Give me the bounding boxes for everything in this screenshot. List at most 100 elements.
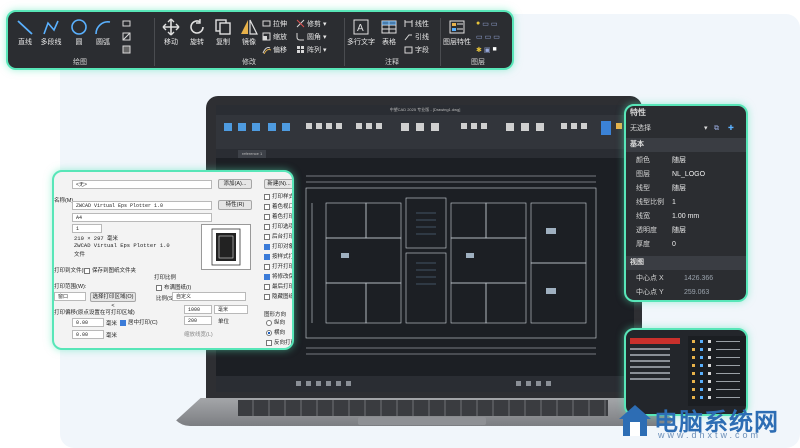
save-to-folder-row[interactable]: 保存到图纸文件夹	[84, 266, 136, 274]
center-print-row[interactable]: 居中打印(C)	[120, 318, 158, 326]
view-property-row[interactable]: 中心点 X 1426.366	[626, 272, 746, 286]
scale-unit-select[interactable]: 毫米	[214, 305, 248, 314]
orientation-radio[interactable]	[266, 329, 272, 336]
property-row[interactable]: 线型比例 1	[626, 196, 746, 210]
layer-state-icons[interactable]: ▭ ▭ ▭	[476, 31, 500, 42]
scale-tool[interactable]: 缩放	[262, 31, 287, 42]
property-row[interactable]: 厚度 0	[626, 238, 746, 252]
print-option-5[interactable]: 打印对象线宽	[264, 242, 292, 250]
paper-size-select[interactable]: A4	[72, 213, 212, 222]
selection-dropdown[interactable]: 无选择	[630, 122, 651, 136]
view-property-row[interactable]: 中心点 Y 259.063	[626, 286, 746, 300]
print-option-checkbox[interactable]	[264, 213, 270, 220]
tab-reference[interactable]: reference 1	[238, 150, 267, 158]
linear-dim-tool[interactable]: 线性	[404, 18, 429, 29]
chevron-down-icon[interactable]: ▾	[323, 20, 327, 28]
region-tool[interactable]	[122, 44, 131, 55]
trim-tool[interactable]: 修剪 ▾	[296, 18, 327, 29]
page-setup-select[interactable]: <无>	[72, 180, 212, 189]
hatch-tool[interactable]	[122, 31, 131, 42]
print-option-checkbox[interactable]	[264, 223, 270, 230]
print-option-9[interactable]: 最后打印图纸空间	[264, 282, 292, 290]
leader-tool[interactable]: 引线	[404, 31, 429, 42]
select-print-area-button[interactable]: 选择打印区域(O) <	[90, 292, 136, 309]
move-tool[interactable]: 移动	[158, 18, 184, 47]
selection-row[interactable]: 无选择 ▾ ⧉ ✚	[626, 122, 746, 136]
print-option-6[interactable]: 按样式打印	[264, 252, 292, 260]
offset-x-input[interactable]: 0.00	[72, 318, 104, 327]
print-option-4[interactable]: 后台打印	[264, 232, 292, 240]
property-value[interactable]: 随层	[672, 224, 686, 238]
mirror-tool[interactable]: 镜像	[236, 18, 262, 47]
print-option-checkbox[interactable]	[264, 273, 270, 280]
property-value[interactable]: 1.00 mm	[672, 210, 699, 224]
chevron-down-icon[interactable]: ▾	[323, 33, 327, 41]
print-option-checkbox[interactable]	[264, 233, 270, 240]
layer-state-icons[interactable]: ✱ ▣ ■	[476, 44, 497, 55]
property-value[interactable]: 0	[672, 238, 676, 252]
property-row[interactable]: 透明度 随层	[626, 224, 746, 238]
scale-select[interactable]: 自定义	[172, 292, 246, 301]
offset-y-input[interactable]: 0.00	[72, 330, 104, 339]
polyline-tool[interactable]: 多段线	[38, 18, 64, 47]
copies-input[interactable]: 1	[72, 224, 102, 233]
print-area-select[interactable]: 窗口	[54, 292, 86, 301]
print-option-checkbox[interactable]	[264, 283, 270, 290]
offset-tool[interactable]: 偏移	[262, 44, 287, 55]
copy-tool[interactable]: 复制	[210, 18, 236, 47]
print-option-checkbox[interactable]	[264, 263, 270, 270]
array-tool[interactable]: 阵列 ▾	[296, 44, 327, 55]
basic-section-header[interactable]: 基本	[626, 138, 746, 152]
rotate-tool[interactable]: 旋转	[184, 18, 210, 47]
orientation-radio[interactable]	[266, 319, 272, 326]
line-tool[interactable]: 直线	[12, 18, 38, 47]
fit-paper-row[interactable]: 布满图纸(I)	[156, 283, 191, 291]
print-option-0[interactable]: 打印样式表	[264, 192, 292, 200]
print-option-3[interactable]: 打印选项	[264, 222, 292, 230]
orientation-option-2[interactable]: 反向打印	[266, 338, 292, 346]
pickadd-icon[interactable]: ✚	[728, 122, 734, 136]
fillet-tool[interactable]: 圆角 ▾	[296, 31, 327, 42]
orientation-checkbox[interactable]	[266, 339, 272, 346]
print-option-checkbox[interactable]	[264, 193, 270, 200]
property-row[interactable]: 图层 NL_LOGO	[626, 168, 746, 182]
center-print-checkbox[interactable]	[120, 319, 126, 326]
property-value[interactable]: 1	[672, 196, 676, 210]
print-option-checkbox[interactable]	[264, 253, 270, 260]
layer-properties-tool[interactable]: 图层特性	[442, 18, 472, 47]
property-row[interactable]: 线型 随层	[626, 182, 746, 196]
new-style-button[interactable]: 新建(N)...	[264, 179, 292, 189]
orientation-option-1[interactable]: 横向	[266, 328, 285, 336]
save-to-folder-checkbox[interactable]	[84, 267, 90, 274]
print-option-checkbox[interactable]	[264, 293, 270, 300]
stretch-tool[interactable]: 拉伸	[262, 18, 287, 29]
arc-tool[interactable]: 圆弧	[90, 18, 116, 47]
circle-tool[interactable]: 圆	[66, 18, 92, 47]
layer-state-icons[interactable]: ● ▭ ▭	[476, 18, 497, 29]
field-tool[interactable]: 字段	[404, 44, 429, 55]
print-option-checkbox[interactable]	[264, 203, 270, 210]
print-option-8[interactable]: 将修改保存到布局	[264, 272, 292, 280]
print-option-2[interactable]: 着色打印	[264, 212, 292, 220]
property-value[interactable]: 随层	[672, 182, 686, 196]
print-option-10[interactable]: 隐藏图纸空间对象	[264, 292, 292, 300]
printer-select[interactable]: ZWCAD Virtual Eps Plotter 1.0	[72, 201, 212, 210]
print-option-1[interactable]: 着色视口选项	[264, 202, 292, 210]
printer-properties-button[interactable]: 特性(R)	[218, 200, 252, 210]
scale-mm-input[interactable]: 1000	[184, 305, 212, 314]
chevron-down-icon[interactable]: ▾	[323, 46, 327, 54]
chevron-down-icon[interactable]: ▾	[704, 122, 708, 136]
rectangle-tool[interactable]	[122, 18, 131, 29]
property-row[interactable]: 颜色 随层	[626, 154, 746, 168]
print-option-7[interactable]: 打开打印戳记	[264, 262, 292, 270]
mtext-tool[interactable]: A 多行文字	[346, 18, 376, 47]
fit-paper-checkbox[interactable]	[156, 284, 162, 291]
table-tool[interactable]: 表格	[376, 18, 402, 47]
print-option-checkbox[interactable]	[264, 243, 270, 250]
orientation-option-0[interactable]: 纵向	[266, 318, 285, 326]
property-row[interactable]: 线宽 1.00 mm	[626, 210, 746, 224]
property-value[interactable]: 随层	[672, 154, 686, 168]
view-section-header[interactable]: 视图	[626, 256, 746, 270]
quick-select-icon[interactable]: ⧉	[714, 122, 719, 136]
add-page-setup-button[interactable]: 添加(A)...	[218, 179, 252, 189]
